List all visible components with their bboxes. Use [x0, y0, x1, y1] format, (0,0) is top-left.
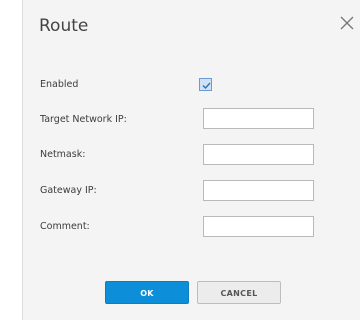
netmask-input[interactable] [203, 144, 314, 165]
gateway-ip-input[interactable] [203, 180, 314, 201]
enabled-label: Enabled [40, 79, 79, 90]
comment-input[interactable] [203, 216, 314, 237]
dialog-title: Route [39, 16, 89, 36]
close-icon[interactable] [338, 14, 356, 32]
comment-label: Comment: [40, 221, 90, 232]
netmask-label: Netmask: [40, 149, 86, 160]
enabled-checkbox[interactable] [199, 78, 212, 91]
ok-button[interactable]: OK [105, 281, 189, 304]
cancel-button[interactable]: CANCEL [197, 281, 281, 304]
target-network-ip-label: Target Network IP: [40, 114, 127, 125]
target-network-ip-input[interactable] [203, 108, 314, 129]
gateway-ip-label: Gateway IP: [40, 185, 97, 196]
route-dialog: Route Enabled Target Network IP: Netmask… [22, 0, 360, 320]
checkmark-icon [202, 82, 211, 90]
